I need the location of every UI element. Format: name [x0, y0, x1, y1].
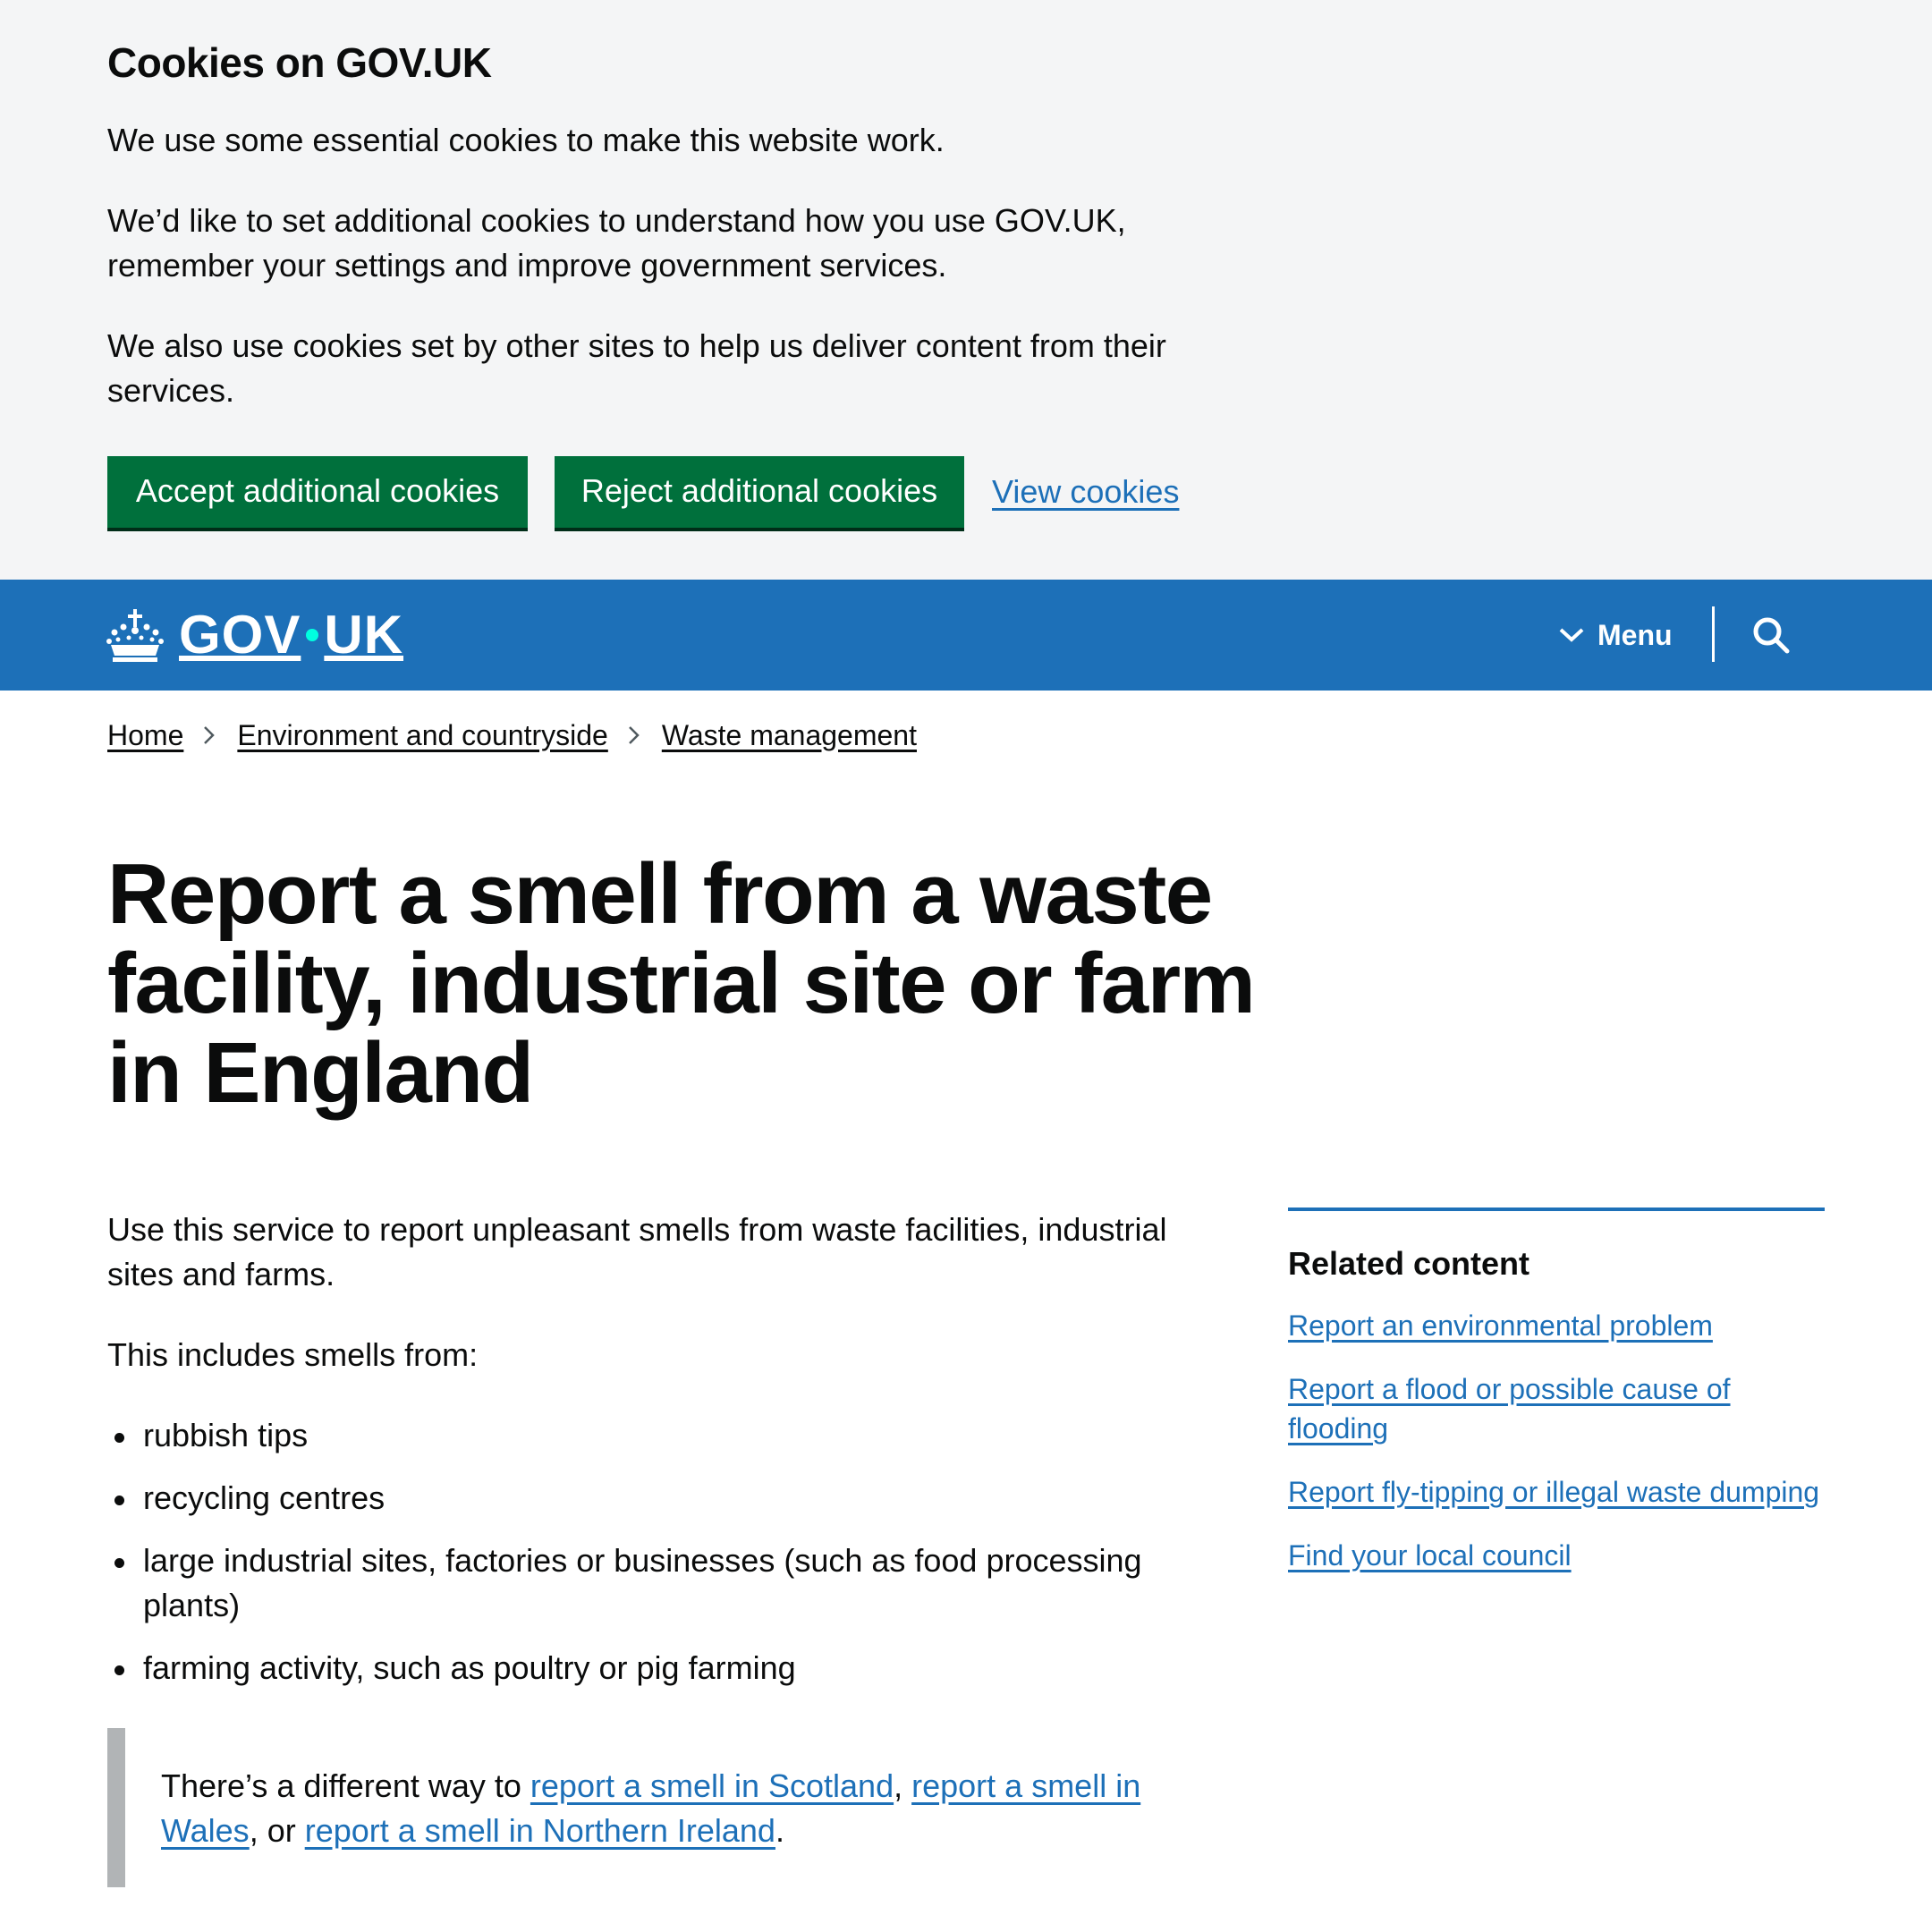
- header-divider: [1712, 606, 1715, 662]
- chevron-right-icon: [628, 726, 640, 744]
- breadcrumb-home[interactable]: Home: [107, 719, 183, 752]
- cookie-banner-text: We’d like to set additional cookies to u…: [107, 202, 1126, 284]
- logo-dot: [306, 629, 319, 641]
- list-item: Report a flood or possible cause of floo…: [1288, 1369, 1825, 1448]
- cookie-banner-text: We also use cookies set by other sites t…: [107, 327, 1166, 409]
- accept-cookies-button[interactable]: Accept additional cookies: [107, 456, 528, 528]
- govuk-logotype: GOV UK: [179, 601, 403, 669]
- list-item: rubbish tips: [107, 1413, 1216, 1458]
- scotland-link[interactable]: report a smell in Scotland: [530, 1767, 894, 1804]
- main-content: Use this service to report unpleasant sm…: [107, 1208, 1216, 1708]
- inset-suffix: .: [775, 1812, 784, 1849]
- list-item: Report fly-tipping or illegal waste dump…: [1288, 1472, 1825, 1512]
- logo-text-uk: UK: [324, 605, 404, 665]
- view-cookies-link[interactable]: View cookies: [992, 456, 1179, 528]
- chevron-right-icon: [204, 726, 216, 744]
- related-content-title: Related content: [1288, 1245, 1530, 1282]
- govuk-logo-link[interactable]: GOV UK: [106, 601, 403, 669]
- inset-text: There’s a different way to report a smel…: [107, 1728, 1181, 1887]
- list-item: Report an environmental problem: [1288, 1306, 1825, 1345]
- logo-text-gov: GOV: [179, 605, 301, 665]
- intro-text: Use this service to report unpleasant sm…: [107, 1211, 1167, 1292]
- reject-cookies-button[interactable]: Reject additional cookies: [555, 456, 964, 528]
- menu-button[interactable]: Menu: [1558, 614, 1673, 657]
- list-item: recycling centres: [107, 1476, 1216, 1521]
- cookie-actions: Accept additional cookies Reject additio…: [107, 456, 1179, 528]
- related-link-flood[interactable]: Report a flood or possible cause of floo…: [1288, 1373, 1731, 1445]
- crown-icon: [106, 609, 164, 662]
- northern-ireland-link[interactable]: report a smell in Northern Ireland: [305, 1812, 775, 1849]
- list-item: large industrial sites, factories or bus…: [107, 1538, 1216, 1628]
- inset-prefix: There’s a different way to: [161, 1767, 530, 1804]
- smell-sources-list: rubbish tips recycling centres large ind…: [107, 1413, 1216, 1690]
- list-item: farming activity, such as poultry or pig…: [107, 1646, 1216, 1690]
- related-link-local-council[interactable]: Find your local council: [1288, 1539, 1572, 1572]
- related-link-environmental-problem[interactable]: Report an environmental problem: [1288, 1309, 1713, 1342]
- list-item: Find your local council: [1288, 1536, 1825, 1575]
- cookie-banner-title: Cookies on GOV.UK: [107, 39, 492, 86]
- related-content: Related content Report an environmental …: [1288, 1208, 1825, 1599]
- inset-separator: , or: [249, 1812, 305, 1849]
- breadcrumb-environment[interactable]: Environment and countryside: [237, 719, 607, 752]
- related-links-list: Report an environmental problem Report a…: [1288, 1306, 1825, 1575]
- includes-text: This includes smells from:: [107, 1336, 479, 1373]
- site-header: GOV UK Menu: [0, 580, 1932, 691]
- inset-separator: ,: [894, 1767, 912, 1804]
- related-link-fly-tipping[interactable]: Report fly-tipping or illegal waste dump…: [1288, 1476, 1819, 1508]
- cookie-banner-content: Cookies on GOV.UK We use some essential …: [107, 34, 1208, 413]
- page-title: Report a smell from a waste facility, in…: [107, 846, 1256, 1121]
- breadcrumb-waste-management[interactable]: Waste management: [662, 719, 917, 752]
- cookie-banner-text: We use some essential cookies to make th…: [107, 122, 945, 158]
- cookie-banner: Cookies on GOV.UK We use some essential …: [0, 0, 1932, 580]
- chevron-down-icon: [1559, 628, 1584, 642]
- search-icon[interactable]: [1751, 615, 1791, 655]
- breadcrumb: Home Environment and countryside Waste m…: [107, 714, 917, 757]
- menu-label: Menu: [1597, 618, 1673, 651]
